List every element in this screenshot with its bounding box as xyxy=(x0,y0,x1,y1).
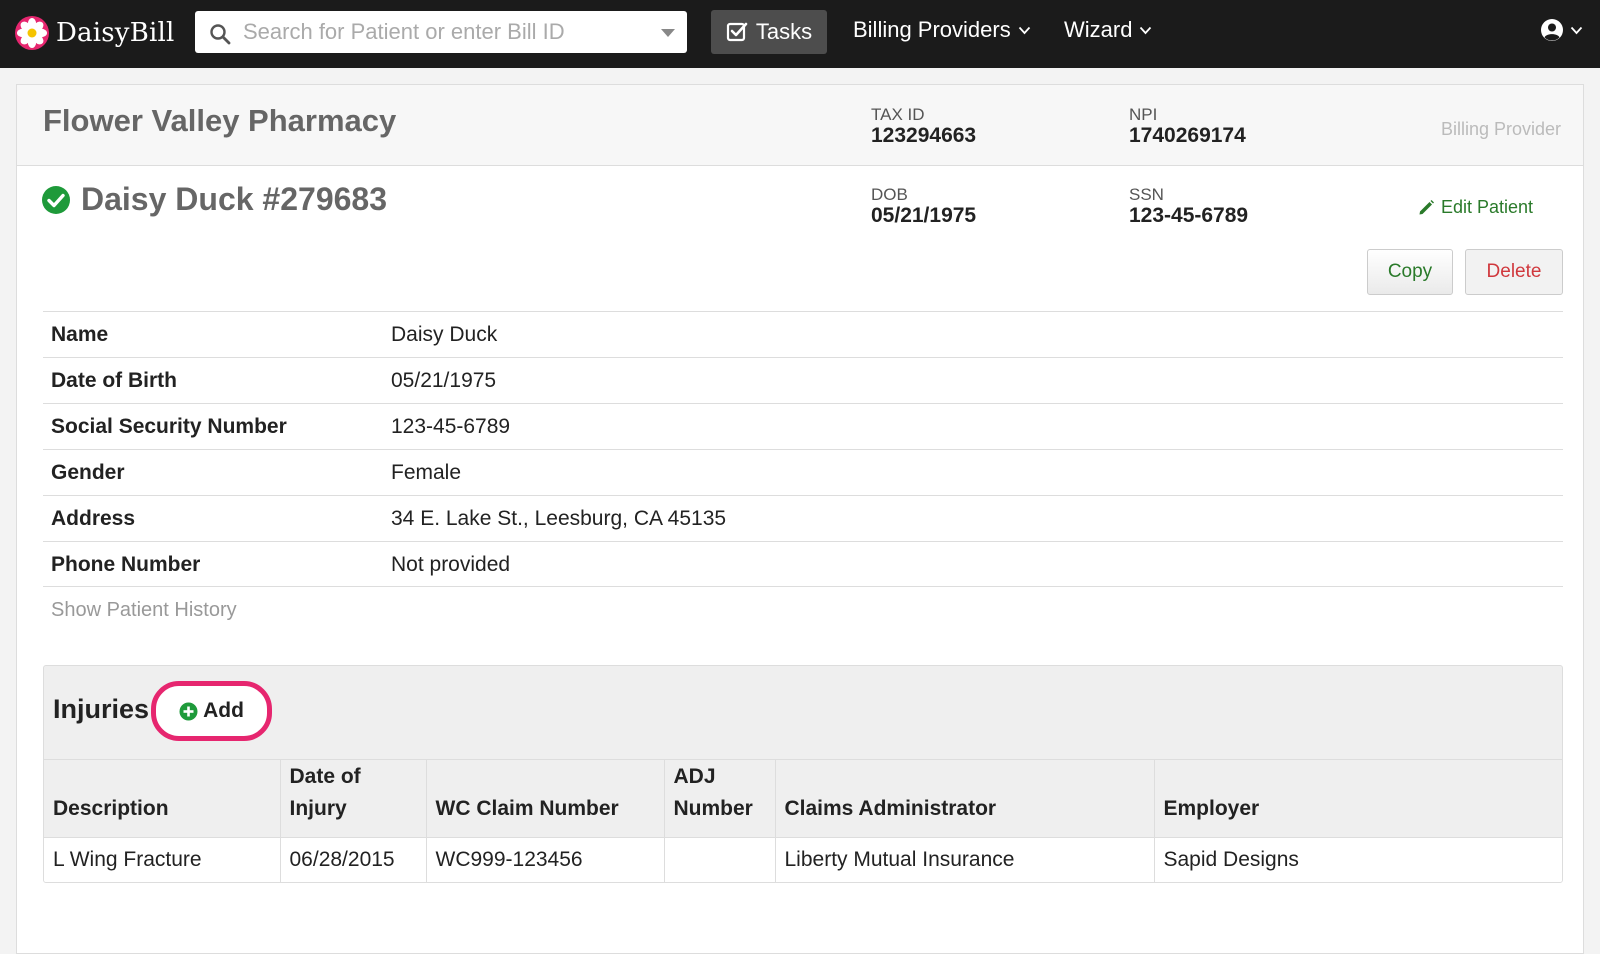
column-header-adj-number[interactable]: ADJ Number xyxy=(664,759,776,838)
detail-label: Address xyxy=(51,507,136,530)
copy-button[interactable]: Copy xyxy=(1367,249,1453,295)
ssn-value: 123-45-6789 xyxy=(1129,204,1249,227)
column-header-description[interactable]: Description xyxy=(44,759,281,838)
edit-patient-link[interactable]: Edit Patient xyxy=(1418,197,1533,218)
plus-circle-icon xyxy=(179,702,198,720)
detail-value: 05/21/1975 xyxy=(391,369,497,392)
detail-row: Date of Birth 05/21/1975 xyxy=(43,357,1563,403)
pencil-icon xyxy=(1419,200,1434,215)
patient-panel: Flower Valley Pharmacy TAX ID 123294663 … xyxy=(16,84,1584,954)
billing-providers-label: Billing Providers xyxy=(853,17,1011,42)
column-header-date-of-injury[interactable]: Date of Injury xyxy=(280,759,427,838)
daisy-logo-icon xyxy=(15,16,49,50)
detail-value: Not provided xyxy=(391,553,511,576)
injury-description: L Wing Fracture xyxy=(44,837,281,882)
search-input[interactable] xyxy=(243,16,643,48)
user-menu[interactable] xyxy=(1540,18,1583,42)
column-header-employer[interactable]: Employer xyxy=(1154,759,1562,838)
injury-adj-number xyxy=(664,837,776,882)
injuries-title: Injuries xyxy=(53,694,150,724)
search-icon xyxy=(210,24,231,45)
dob-label: DOB xyxy=(871,185,908,204)
injury-employer: Sapid Designs xyxy=(1154,837,1562,882)
chevron-down-icon xyxy=(1018,26,1030,34)
injury-claims-administrator: Liberty Mutual Insurance xyxy=(775,837,1155,882)
detail-row: Address 34 E. Lake St., Leesburg, CA 451… xyxy=(43,495,1563,541)
chevron-down-icon xyxy=(1570,26,1583,34)
nav-wizard[interactable]: Wizard xyxy=(1064,17,1152,43)
injury-date: 06/28/2015 xyxy=(280,837,427,882)
detail-label: Social Security Number xyxy=(51,415,287,438)
brand[interactable]: DaisyBill xyxy=(14,12,175,54)
search-dropdown-caret-icon[interactable] xyxy=(661,29,675,37)
tasks-button[interactable]: Tasks xyxy=(711,10,827,54)
detail-value: Female xyxy=(391,461,462,484)
detail-label: Phone Number xyxy=(51,553,201,576)
detail-value: 123-45-6789 xyxy=(391,415,511,438)
user-avatar-icon xyxy=(1541,19,1563,41)
detail-label: Name xyxy=(51,323,109,346)
column-header-claims-administrator[interactable]: Claims Administrator xyxy=(775,759,1155,838)
patient-name-title: Daisy Duck #279683 xyxy=(81,181,387,217)
tax-id-value: 123294663 xyxy=(871,124,977,147)
npi-value: 1740269174 xyxy=(1129,124,1246,147)
detail-row: Name Daisy Duck xyxy=(43,311,1563,357)
delete-button[interactable]: Delete xyxy=(1465,249,1563,295)
tasks-label: Tasks xyxy=(755,19,813,44)
check-circle-icon xyxy=(42,185,70,214)
brand-name: DaisyBill xyxy=(56,18,175,48)
show-patient-history-link[interactable]: Show Patient History xyxy=(51,599,237,622)
checkbox-checked-icon xyxy=(726,22,748,42)
patient-details-table: Name Daisy Duck Date of Birth 05/21/1975… xyxy=(43,311,1563,587)
search-box[interactable] xyxy=(195,11,687,53)
patient-title: Daisy Duck #279683 xyxy=(41,181,387,218)
add-injury-highlight: Add xyxy=(151,681,272,741)
detail-value: 34 E. Lake St., Leesburg, CA 45135 xyxy=(391,507,727,530)
detail-row: Social Security Number 123-45-6789 xyxy=(43,403,1563,449)
billing-provider-header: Flower Valley Pharmacy TAX ID 123294663 … xyxy=(17,85,1583,166)
wizard-label: Wizard xyxy=(1064,17,1133,42)
detail-label: Gender xyxy=(51,461,125,484)
nav-billing-providers[interactable]: Billing Providers xyxy=(853,17,1031,43)
injury-wc-claim-number: WC999-123456 xyxy=(426,837,665,882)
detail-row: Gender Female xyxy=(43,449,1563,495)
tax-id-label: TAX ID xyxy=(871,105,925,124)
injuries-table: Description Date of Injury WC Claim Numb… xyxy=(44,759,1562,882)
top-navbar: DaisyBill Tasks Billing Providers Wizard xyxy=(0,0,1600,68)
billing-provider-role: Billing Provider xyxy=(1440,119,1561,139)
edit-patient-label: Edit Patient xyxy=(1440,197,1533,217)
detail-label: Date of Birth xyxy=(51,369,177,392)
npi-label: NPI xyxy=(1129,105,1158,124)
chevron-down-icon xyxy=(1140,26,1152,34)
dob-value: 05/21/1975 xyxy=(871,204,977,227)
add-injury-button[interactable]: Add xyxy=(179,699,244,723)
detail-row: Phone Number Not provided xyxy=(43,541,1563,587)
ssn-label: SSN xyxy=(1129,185,1164,204)
billing-provider-name[interactable]: Flower Valley Pharmacy xyxy=(43,103,396,139)
table-row[interactable]: L Wing Fracture 06/28/2015 WC999-123456 … xyxy=(44,837,1562,882)
add-injury-label: Add xyxy=(203,699,244,722)
injuries-section: Injuries Add Description Date of Injury xyxy=(43,665,1563,883)
column-header-wc-claim-number[interactable]: WC Claim Number xyxy=(426,759,665,838)
detail-value: Daisy Duck xyxy=(391,323,498,346)
